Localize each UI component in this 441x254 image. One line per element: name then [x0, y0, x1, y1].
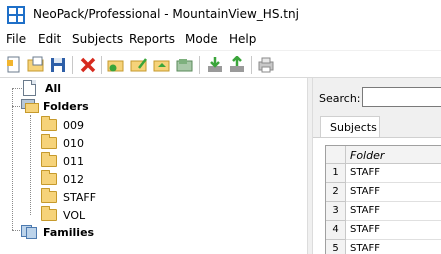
import-icon[interactable] — [206, 56, 224, 74]
search-label: Search: — [319, 92, 361, 105]
menu-edit[interactable]: Edit — [38, 32, 61, 46]
tab-subjects[interactable]: Subjects — [320, 116, 380, 138]
menu-bar: File Edit Subjects Reports Mode Help — [0, 30, 441, 49]
subjects-tab-panel: Folder 1 STAFF 2 STAFF 3 STAFF 4 STAFF 5… — [313, 137, 441, 254]
tree-line — [12, 88, 13, 230]
folder-home-icon[interactable] — [153, 56, 171, 74]
edit-folder-icon[interactable] — [130, 56, 148, 74]
tree-item-folder-vol[interactable]: VOL — [41, 206, 111, 225]
folder-cell[interactable]: STAFF — [346, 183, 441, 202]
open-icon[interactable] — [27, 56, 45, 74]
folder-icon — [41, 170, 57, 185]
toolbar-separator — [251, 56, 252, 74]
tree-line — [12, 88, 22, 89]
title-bar: NeoPack/Professional - MountainView_HS.t… — [0, 0, 441, 30]
print-icon[interactable] — [257, 56, 275, 74]
tree-item-families[interactable]: Families — [21, 224, 111, 242]
app-icon — [7, 6, 25, 24]
tree-item-folders[interactable]: Folders — [21, 98, 111, 116]
menu-mode[interactable]: Mode — [185, 32, 218, 46]
add-folder-icon[interactable] — [107, 56, 125, 74]
folder-cell[interactable]: STAFF — [346, 202, 441, 221]
toolbar-separator — [101, 56, 102, 74]
table-row[interactable]: 4 STAFF — [326, 221, 441, 240]
families-icon — [21, 225, 39, 239]
folder-icon — [41, 116, 57, 131]
row-number: 1 — [326, 164, 346, 183]
save-icon[interactable] — [49, 56, 67, 74]
folder-icon — [41, 206, 57, 221]
table-row[interactable]: 5 STAFF — [326, 240, 441, 254]
folder-tree: All Folders 009 010 011 012 STAFF VOL Fa… — [0, 78, 307, 254]
export-icon[interactable] — [228, 56, 246, 74]
folder-cell[interactable]: STAFF — [346, 240, 441, 254]
tree-line — [12, 106, 20, 107]
tree-item-folder-010[interactable]: 010 — [41, 134, 111, 153]
tree-item-all[interactable]: All — [23, 80, 83, 98]
grid-corner[interactable] — [326, 146, 346, 164]
row-number: 2 — [326, 183, 346, 202]
folder-cell[interactable]: STAFF — [346, 164, 441, 183]
search-input[interactable] — [362, 87, 441, 107]
menu-reports[interactable]: Reports — [129, 32, 175, 46]
row-number: 4 — [326, 221, 346, 240]
table-row[interactable]: 3 STAFF — [326, 202, 441, 221]
table-row[interactable]: 2 STAFF — [326, 183, 441, 202]
folders-icon — [21, 99, 39, 113]
column-header-folder[interactable]: Folder — [346, 146, 441, 164]
subjects-pane: Search: Subjects Folder 1 STAFF 2 STAFF … — [313, 78, 441, 254]
menu-file[interactable]: File — [6, 32, 26, 46]
menu-subjects[interactable]: Subjects — [72, 32, 123, 46]
menu-help[interactable]: Help — [229, 32, 256, 46]
delete-icon[interactable] — [79, 56, 97, 74]
folder-icon — [41, 152, 57, 167]
folder-cell[interactable]: STAFF — [346, 221, 441, 240]
tab-subjects-label: Subjects — [330, 121, 377, 134]
new-icon[interactable] — [5, 56, 23, 74]
tree-line — [30, 115, 31, 215]
folder-icon — [41, 134, 57, 149]
row-number: 5 — [326, 240, 346, 254]
row-number: 3 — [326, 202, 346, 221]
table-row[interactable]: 1 STAFF — [326, 164, 441, 183]
toolbar — [0, 50, 441, 78]
subjects-grid: Folder 1 STAFF 2 STAFF 3 STAFF 4 STAFF 5… — [325, 145, 441, 254]
toolbar-separator — [199, 56, 200, 74]
folder-icon — [41, 188, 57, 203]
tree-item-folder-012[interactable]: 012 — [41, 170, 111, 189]
tree-item-folder-009[interactable]: 009 — [41, 116, 111, 135]
document-icon — [23, 80, 36, 96]
tree-line — [12, 230, 20, 231]
toolbar-separator — [72, 56, 73, 74]
tree-item-folder-staff[interactable]: STAFF — [41, 188, 111, 207]
folder-move-icon[interactable] — [176, 56, 194, 74]
window-title: NeoPack/Professional - MountainView_HS.t… — [33, 7, 299, 21]
tree-item-folder-011[interactable]: 011 — [41, 152, 111, 171]
